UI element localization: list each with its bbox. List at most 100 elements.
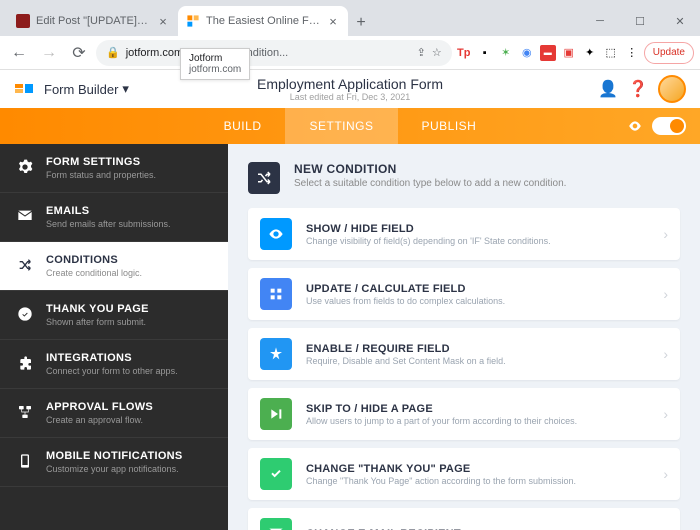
conditions-title: NEW CONDITION [294, 162, 566, 176]
sidebar-item-emails[interactable]: EMAILS Send emails after submissions. [0, 193, 228, 242]
close-icon[interactable]: × [156, 14, 170, 28]
browser-titlebar: Edit Post "[UPDATE] 6 Free Altern × The … [0, 0, 700, 36]
condition-title: ENABLE / REQUIRE FIELD [306, 343, 649, 355]
form-builder-dropdown[interactable]: Form Builder ▾ [44, 81, 129, 97]
condition-card[interactable]: CHANGE E-MAIL RECIPIENT › [248, 508, 680, 530]
sidebar-item-conditions[interactable]: CONDITIONS Create conditional logic. [0, 242, 228, 291]
ext-icon[interactable]: ⋮ [624, 45, 640, 61]
calc-icon [260, 278, 292, 310]
tabbar-right [628, 117, 686, 135]
condition-title: SHOW / HIDE FIELD [306, 223, 649, 235]
star-icon[interactable]: ☆ [432, 46, 442, 59]
ext-icon[interactable]: ◉ [519, 45, 535, 61]
main-panel: NEW CONDITION Select a suitable conditio… [228, 144, 700, 530]
form-title: Employment Application Form [257, 76, 443, 92]
back-button[interactable]: ← [6, 40, 32, 66]
sidebar-item-integrations[interactable]: INTEGRATIONS Connect your form to other … [0, 340, 228, 389]
skip-icon [260, 398, 292, 430]
preview-icon[interactable] [628, 119, 642, 133]
tab-title: Edit Post "[UPDATE] 6 Free Altern [36, 15, 150, 27]
sidebar-item-desc: Customize your app notifications. [46, 464, 212, 474]
browser-tab-0[interactable]: Edit Post "[UPDATE] 6 Free Altern × [8, 6, 178, 36]
ext-icon[interactable]: ▬ [540, 45, 556, 61]
shuffle-icon [16, 256, 34, 274]
help-icon[interactable]: ❓ [628, 79, 648, 99]
tooltip-host: jotform.com [189, 64, 241, 75]
condition-desc: Change "Thank You Page" action according… [306, 476, 649, 486]
sidebar-item-title: EMAILS [46, 205, 212, 217]
ext-icon[interactable]: ▪ [477, 45, 493, 61]
chevron-right-icon: › [663, 466, 668, 482]
ext-icon[interactable]: ▣ [561, 45, 577, 61]
sidebar-item-title: APPROVAL FLOWS [46, 401, 212, 413]
ext-icon[interactable]: ✦ [582, 45, 598, 61]
sidebar-item-title: MOBILE NOTIFICATIONS [46, 450, 212, 462]
condition-card[interactable]: CHANGE "THANK YOU" PAGE Change "Thank Yo… [248, 448, 680, 500]
chevron-right-icon: › [663, 226, 668, 242]
tab-title: The Easiest Online Form Builder [206, 15, 320, 27]
last-edited: Last edited at Fri, Dec 3, 2021 [257, 92, 443, 102]
add-collaborator-icon[interactable]: 👤 [598, 79, 618, 99]
close-icon[interactable]: × [326, 14, 340, 28]
chevron-right-icon: › [663, 346, 668, 362]
sidebar-item-desc: Form status and properties. [46, 170, 212, 180]
maximize-button[interactable]: ☐ [620, 6, 660, 36]
tooltip-title: Jotform [189, 53, 241, 64]
hover-tooltip: Jotform jotform.com [180, 48, 250, 80]
check-icon [16, 305, 34, 323]
jotform-logo-icon [14, 79, 34, 99]
puzzle-icon [16, 354, 34, 372]
sidebar-item-title: CONDITIONS [46, 254, 212, 266]
minimize-button[interactable]: ─ [580, 6, 620, 36]
shuffle-icon [248, 162, 280, 194]
condition-title: UPDATE / CALCULATE FIELD [306, 283, 649, 295]
browser-tab-1[interactable]: The Easiest Online Form Builder × [178, 6, 348, 36]
condition-title: SKIP TO / HIDE A PAGE [306, 403, 649, 415]
check-icon [260, 458, 292, 490]
share-icon[interactable]: ⇪ [417, 46, 426, 59]
app: Form Builder ▾ Employment Application Fo… [0, 70, 700, 530]
sidebar-item-desc: Shown after form submit. [46, 317, 212, 327]
conditions-header: NEW CONDITION Select a suitable conditio… [248, 162, 680, 194]
tab-publish[interactable]: PUBLISH [398, 108, 501, 144]
window-controls: ─ ☐ ✕ [580, 6, 700, 36]
url-input[interactable]: 🔒 jotform.com/build/...&condition... ⇪ ☆ [96, 40, 452, 66]
condition-title: CHANGE "THANK YOU" PAGE [306, 463, 649, 475]
sidebar-item-approval-flows[interactable]: APPROVAL FLOWS Create an approval flow. [0, 389, 228, 438]
preview-toggle[interactable] [652, 117, 686, 135]
flow-icon [16, 403, 34, 421]
sidebar-item-form-settings[interactable]: FORM SETTINGS Form status and properties… [0, 144, 228, 193]
chevron-down-icon: ▾ [122, 81, 129, 97]
forward-button[interactable]: → [36, 40, 62, 66]
sidebar-item-title: FORM SETTINGS [46, 156, 212, 168]
condition-card[interactable]: SHOW / HIDE FIELD Change visibility of f… [248, 208, 680, 260]
condition-card[interactable]: ENABLE / REQUIRE FIELD Require, Disable … [248, 328, 680, 380]
update-button[interactable]: Update [644, 42, 694, 64]
sidebar-item-thank-you-page[interactable]: THANK YOU PAGE Shown after form submit. [0, 291, 228, 340]
ext-icon[interactable]: ⬚ [603, 45, 619, 61]
form-builder-label: Form Builder [44, 82, 118, 97]
settings-sidebar: FORM SETTINGS Form status and properties… [0, 144, 228, 530]
main-tabbar: BUILD SETTINGS PUBLISH [0, 108, 700, 144]
app-header: Form Builder ▾ Employment Application Fo… [0, 70, 700, 108]
conditions-desc: Select a suitable condition type below t… [294, 178, 566, 189]
sidebar-item-desc: Send emails after submissions. [46, 219, 212, 229]
sidebar-item-mobile-notifications[interactable]: MOBILE NOTIFICATIONS Customize your app … [0, 438, 228, 487]
condition-card[interactable]: UPDATE / CALCULATE FIELD Use values from… [248, 268, 680, 320]
star-icon [260, 338, 292, 370]
content: FORM SETTINGS Form status and properties… [0, 144, 700, 530]
new-tab-button[interactable]: + [348, 10, 374, 36]
tab-build[interactable]: BUILD [200, 108, 286, 144]
sidebar-item-title: THANK YOU PAGE [46, 303, 212, 315]
avatar[interactable] [658, 75, 686, 103]
ext-icon[interactable]: Tp [456, 45, 472, 61]
ext-icon[interactable]: ✶ [498, 45, 514, 61]
close-button[interactable]: ✕ [660, 6, 700, 36]
sidebar-item-desc: Create an approval flow. [46, 415, 212, 425]
sidebar-item-desc: Create conditional logic. [46, 268, 212, 278]
condition-desc: Use values from fields to do complex cal… [306, 296, 649, 306]
condition-card[interactable]: SKIP TO / HIDE A PAGE Allow users to jum… [248, 388, 680, 440]
reload-button[interactable]: ⟳ [66, 40, 92, 66]
tab-settings[interactable]: SETTINGS [285, 108, 397, 144]
header-right: 👤 ❓ [598, 75, 686, 103]
